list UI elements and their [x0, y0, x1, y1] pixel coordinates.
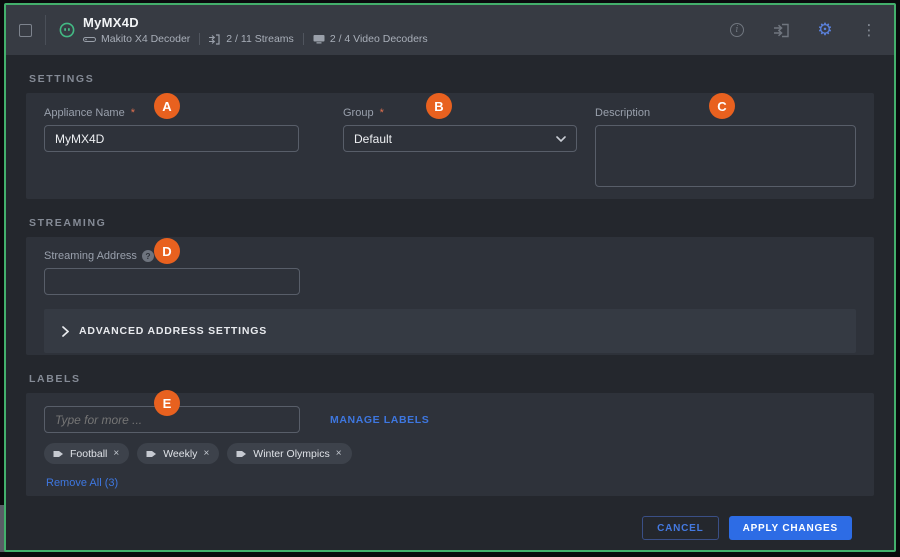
manage-labels-link[interactable]: MANAGE LABELS — [330, 414, 429, 426]
stream-routing-icon[interactable] — [772, 21, 790, 39]
form-footer: CANCEL APPLY CHANGES — [26, 496, 874, 540]
group-selected-value: Default — [354, 132, 392, 146]
remove-chip-icon[interactable]: × — [336, 448, 342, 459]
streaming-address-input[interactable] — [44, 268, 300, 295]
tag-icon — [146, 449, 157, 459]
appliance-name-label: Appliance Name — [44, 107, 125, 119]
label-chip-winter-olympics[interactable]: Winter Olympics × — [227, 443, 351, 464]
group-select[interactable]: Default — [343, 125, 577, 152]
remove-chip-icon[interactable]: × — [203, 448, 209, 459]
callout-badge-c: C — [709, 93, 735, 119]
info-icon[interactable]: i — [728, 21, 746, 39]
chevron-right-icon — [62, 326, 69, 337]
label-chips: Football × Weekly × Winter Olympics × — [44, 443, 856, 464]
required-marker: * — [380, 107, 384, 119]
label-chip-weekly[interactable]: Weekly × — [137, 443, 219, 464]
description-label: Description — [595, 107, 650, 119]
streams-count: 2 / 11 Streams — [226, 33, 294, 45]
callout-badge-a: A — [154, 93, 180, 119]
device-status-icon — [59, 22, 75, 38]
remove-all-labels-link[interactable]: Remove All (3) — [46, 477, 118, 489]
device-title: MyMX4D — [83, 15, 428, 30]
help-icon[interactable]: ? — [142, 250, 154, 262]
settings-gear-icon[interactable]: ⚙ — [816, 21, 834, 39]
device-header: MyMX4D Makito X4 Decoder 2 / 11 Streams — [6, 5, 894, 55]
tag-icon — [236, 449, 247, 459]
subtitle-divider — [199, 33, 200, 45]
chevron-down-icon — [556, 136, 566, 142]
header-divider — [45, 15, 46, 45]
callout-badge-b: B — [426, 93, 452, 119]
settings-section-title: SETTINGS — [29, 73, 874, 85]
advanced-address-settings-toggle[interactable]: ADVANCED ADDRESS SETTINGS — [44, 309, 856, 353]
select-device-checkbox[interactable] — [19, 24, 32, 37]
screen: MyMX4D Makito X4 Decoder 2 / 11 Streams — [0, 0, 900, 557]
labels-card: E MANAGE LABELS Football × Weekly × — [26, 393, 874, 496]
streaming-card: D Streaming Address ? ADVANCED ADDRESS S… — [26, 237, 874, 355]
streaming-address-label: Streaming Address — [44, 250, 137, 262]
label-chip-football[interactable]: Football × — [44, 443, 129, 464]
streams-icon — [209, 34, 221, 45]
labels-section-title: LABELS — [29, 373, 874, 385]
settings-card: A B C Appliance Name * Group * — [26, 93, 874, 199]
video-decoders-icon — [313, 34, 325, 44]
video-decoders-count: 2 / 4 Video Decoders — [330, 33, 428, 45]
device-subtitle: Makito X4 Decoder 2 / 11 Streams — [83, 33, 428, 45]
label-chip-text: Weekly — [163, 448, 197, 460]
apply-changes-button[interactable]: APPLY CHANGES — [729, 516, 852, 540]
required-marker: * — [131, 107, 135, 119]
streaming-section-title: STREAMING — [29, 217, 874, 229]
callout-badge-e: E — [154, 390, 180, 416]
more-options-kebab-icon[interactable]: ⋮ — [860, 21, 878, 39]
remove-chip-icon[interactable]: × — [113, 448, 119, 459]
label-chip-text: Football — [70, 448, 107, 460]
description-textarea[interactable] — [595, 125, 856, 187]
cancel-button[interactable]: CANCEL — [642, 516, 718, 540]
group-label: Group — [343, 107, 374, 119]
label-chip-text: Winter Olympics — [253, 448, 329, 460]
form-content: SETTINGS A B C Appliance Name * Group * — [6, 73, 894, 540]
appliance-name-input[interactable] — [44, 125, 299, 152]
tag-icon — [53, 449, 64, 459]
callout-badge-d: D — [154, 238, 180, 264]
advanced-address-settings-label: ADVANCED ADDRESS SETTINGS — [79, 325, 267, 337]
device-type-label: Makito X4 Decoder — [101, 33, 190, 45]
subtitle-divider — [303, 33, 304, 45]
device-type-icon — [83, 35, 96, 44]
device-edit-panel: MyMX4D Makito X4 Decoder 2 / 11 Streams — [4, 3, 896, 552]
